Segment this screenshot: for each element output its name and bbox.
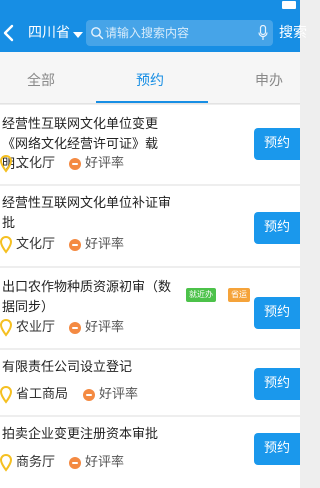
- list-item[interactable]: 经营性互联网文化单位变更《网络文化经营许可证》载明... 文化厅 好评率 预约: [0, 105, 300, 184]
- item-department: 文化厅: [16, 237, 56, 252]
- item-rating-label: 好评率: [85, 320, 125, 335]
- search-placeholder: 请输入搜索内容: [105, 26, 190, 40]
- tab-bar: 全部 预约 申办: [0, 52, 300, 104]
- item-rating-label: 好评率: [85, 455, 125, 470]
- location-pin-icon: [0, 155, 12, 173]
- chevron-down-icon[interactable]: [73, 32, 83, 38]
- list-item[interactable]: 有限责任公司设立登记 省工商局 好评率 预约: [0, 350, 300, 415]
- search-button[interactable]: 搜索: [279, 24, 307, 42]
- item-rating-label: 好评率: [85, 156, 125, 171]
- rating-icon: [69, 322, 81, 334]
- item-meta: 文化厅 好评率: [0, 155, 140, 173]
- item-title: 经营性互联网文化单位补证审批: [2, 196, 172, 231]
- item-department: 商务厅: [16, 455, 56, 470]
- rating-icon: [69, 457, 81, 469]
- item-meta: 农业厅 好评率: [0, 319, 140, 337]
- rating-icon: [69, 158, 81, 170]
- tab-all[interactable]: 全部: [27, 72, 55, 90]
- nearby-badge: 就近办: [186, 288, 216, 302]
- active-tab-indicator: [96, 101, 208, 103]
- item-title: 拍卖企业变更注册资本审批: [2, 427, 159, 442]
- tab-apply[interactable]: 申办: [255, 72, 283, 90]
- battery-icon: [282, 1, 296, 9]
- item-department: 农业厅: [16, 320, 56, 335]
- list-item[interactable]: 拍卖企业变更注册资本审批 商务厅 好评率 预约: [0, 417, 300, 488]
- rating-icon: [83, 389, 95, 401]
- back-arrow-icon[interactable]: [2, 23, 16, 43]
- appointment-button[interactable]: 预约: [254, 128, 300, 160]
- location-pin-icon: [0, 454, 12, 472]
- appointment-button[interactable]: 预约: [254, 433, 300, 465]
- item-rating-label: 好评率: [85, 237, 125, 252]
- item-title: 有限责任公司设立登记: [2, 360, 133, 375]
- location-pin-icon: [0, 319, 12, 337]
- appointment-button[interactable]: 预约: [254, 212, 300, 244]
- status-bar: [0, 0, 300, 14]
- province-badge: 省运行: [228, 288, 250, 313]
- tab-appointment[interactable]: 预约: [136, 72, 164, 90]
- item-department: 省工商局: [16, 387, 69, 402]
- microphone-icon[interactable]: [258, 25, 268, 41]
- list-item[interactable]: 经营性互联网文化单位补证审批 文化厅 好评率 预约: [0, 186, 300, 266]
- appointment-button[interactable]: 预约: [254, 297, 300, 329]
- item-rating-label: 好评率: [99, 387, 139, 402]
- search-input[interactable]: 请输入搜索内容: [86, 20, 273, 46]
- top-bar: 四川省 请输入搜索内容 搜索: [0, 14, 307, 52]
- search-icon: [91, 27, 104, 40]
- item-title: 出口农作物种质资源初审（数据同步）: [2, 280, 172, 315]
- item-meta: 文化厅 好评率: [0, 236, 140, 254]
- province-selector[interactable]: 四川省: [28, 24, 70, 42]
- list-item[interactable]: 出口农作物种质资源初审（数据同步） 农业厅 好评率 预约: [0, 268, 300, 348]
- item-department: 文化厅: [16, 156, 56, 171]
- rating-icon: [69, 239, 81, 251]
- item-meta: 省工商局 好评率: [0, 386, 150, 404]
- item-meta: 商务厅 好评率: [0, 454, 140, 472]
- location-pin-icon: [0, 386, 12, 404]
- location-pin-icon: [0, 236, 12, 254]
- appointment-button[interactable]: 预约: [254, 368, 300, 400]
